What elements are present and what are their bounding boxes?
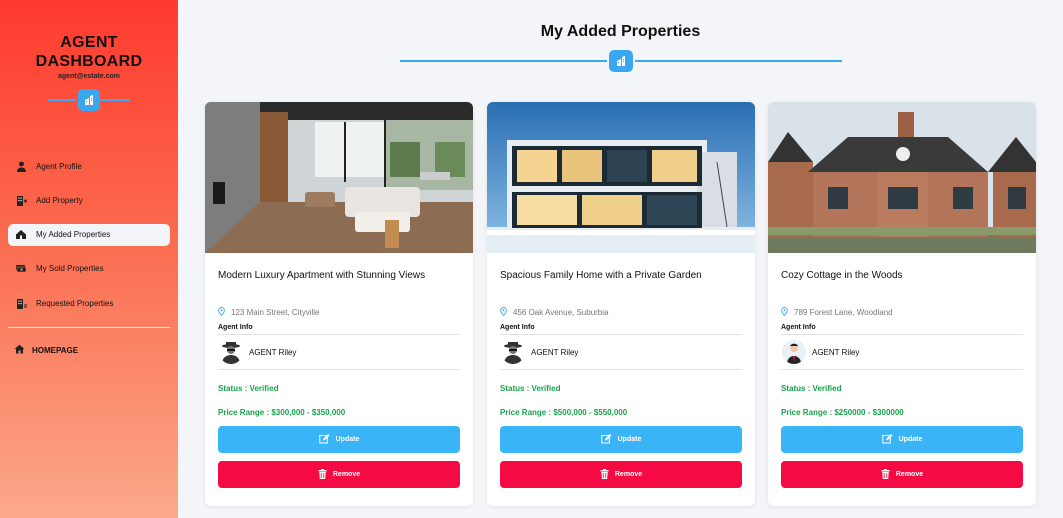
property-photo-cottage xyxy=(768,102,1036,253)
sidebar-item-my-added-properties[interactable]: My Added Properties xyxy=(8,223,170,246)
property-address: 789 Forest Lane, Woodland xyxy=(781,307,1023,318)
address-text: 456 Oak Avenue, Suburbia xyxy=(513,308,609,317)
sidebar-separator xyxy=(8,327,170,328)
building-icon xyxy=(78,89,100,111)
page-title: My Added Properties xyxy=(540,23,701,40)
sidebar-item-homepage[interactable]: HOMEPAGE xyxy=(14,344,78,356)
building-plus-icon xyxy=(14,193,28,207)
edit-icon xyxy=(881,433,893,446)
sidebar-item-label: My Added Properties xyxy=(36,230,111,240)
sidebar-item-label: Requested Properties xyxy=(36,298,114,308)
building-icon xyxy=(609,50,633,72)
price-range: Price Range : $250000 - $300000 xyxy=(781,408,904,417)
property-photo-family-home xyxy=(487,102,755,253)
agent-avatar xyxy=(501,340,525,364)
homepage-label: HOMEPAGE xyxy=(32,345,79,355)
sidebar-item-my-sold-properties[interactable]: My Sold Properties xyxy=(8,258,170,280)
agent-info-label: Agent Info xyxy=(500,324,742,335)
update-label: Update xyxy=(617,436,642,443)
sidebar: AGENT DASHBOARD agent@estate.com Agent P… xyxy=(0,0,178,518)
agent-info-label: Agent Info xyxy=(781,324,1023,335)
remove-button[interactable]: Remove xyxy=(218,461,460,488)
agent-name: AGENT Riley xyxy=(531,347,579,357)
sidebar-item-requested-properties[interactable]: Requested Properties xyxy=(8,292,170,314)
property-card: Spacious Family Home with a Private Gard… xyxy=(487,102,755,506)
remove-button[interactable]: Remove xyxy=(781,461,1023,488)
trash-icon xyxy=(881,468,890,481)
remove-label: Remove xyxy=(332,471,361,478)
location-pin-icon xyxy=(781,307,788,318)
brand-title-line2: DASHBOARD xyxy=(35,53,143,70)
property-address: 123 Main Street, Cityville xyxy=(218,307,460,318)
building-list-icon xyxy=(14,296,28,310)
agent-row: AGENT Riley xyxy=(500,335,742,370)
edit-icon xyxy=(318,433,330,446)
remove-label: Remove xyxy=(614,471,643,478)
update-button[interactable]: Update xyxy=(218,426,460,453)
money-stack-icon xyxy=(14,262,28,276)
remove-label: Remove xyxy=(895,471,924,478)
sidebar-item-label: Agent Profile xyxy=(36,161,82,171)
agent-avatar xyxy=(219,340,243,364)
house-icon xyxy=(14,228,28,242)
property-photo-living-room xyxy=(205,102,473,253)
location-pin-icon xyxy=(500,307,507,318)
agent-email: agent@estate.com xyxy=(57,73,121,80)
address-text: 123 Main Street, Cityville xyxy=(231,308,320,317)
property-address: 456 Oak Avenue, Suburbia xyxy=(500,307,742,318)
edit-icon xyxy=(600,433,612,446)
brand-title-line1: AGENT xyxy=(60,34,118,51)
sidebar-nav: Agent Profile Add Property My Added Prop… xyxy=(8,155,170,326)
agent-row: AGENT Riley xyxy=(218,335,460,370)
sidebar-divider xyxy=(0,89,178,111)
sidebar-item-add-property[interactable]: Add Property xyxy=(8,189,170,211)
property-name: Spacious Family Home with a Private Gard… xyxy=(500,270,702,281)
brand: AGENT DASHBOARD agent@estate.com xyxy=(0,0,178,80)
status-badge: Status : Verified xyxy=(500,384,561,393)
agent-name: AGENT Riley xyxy=(812,347,860,357)
property-card: Modern Luxury Apartment with Stunning Vi… xyxy=(205,102,473,506)
agent-name: AGENT Riley xyxy=(249,347,297,357)
remove-button[interactable]: Remove xyxy=(500,461,742,488)
price-range: Price Range : $500,000 - $550,000 xyxy=(500,408,628,417)
agent-avatar xyxy=(782,340,806,364)
user-tie-icon xyxy=(14,159,28,173)
home-icon xyxy=(14,344,25,356)
update-button[interactable]: Update xyxy=(781,426,1023,453)
status-badge: Status : Verified xyxy=(218,384,279,393)
address-text: 789 Forest Lane, Woodland xyxy=(794,308,893,317)
status-badge: Status : Verified xyxy=(781,384,842,393)
sidebar-item-label: Add Property xyxy=(36,195,83,205)
location-pin-icon xyxy=(218,307,225,318)
price-range: Price Range : $300,000 - $350,000 xyxy=(218,408,346,417)
update-label: Update xyxy=(335,436,360,443)
sidebar-item-agent-profile[interactable]: Agent Profile xyxy=(8,155,170,177)
property-card: Cozy Cottage in the Woods 789 Forest Lan… xyxy=(768,102,1036,506)
agent-info-label: Agent Info xyxy=(218,324,460,335)
property-name: Modern Luxury Apartment with Stunning Vi… xyxy=(218,270,426,281)
agent-row: AGENT Riley xyxy=(781,335,1023,370)
property-name: Cozy Cottage in the Woods xyxy=(781,270,903,281)
update-button[interactable]: Update xyxy=(500,426,742,453)
trash-icon xyxy=(318,468,327,481)
trash-icon xyxy=(600,468,609,481)
title-divider xyxy=(400,50,842,72)
sidebar-item-label: My Sold Properties xyxy=(36,264,104,274)
update-label: Update xyxy=(898,436,923,443)
